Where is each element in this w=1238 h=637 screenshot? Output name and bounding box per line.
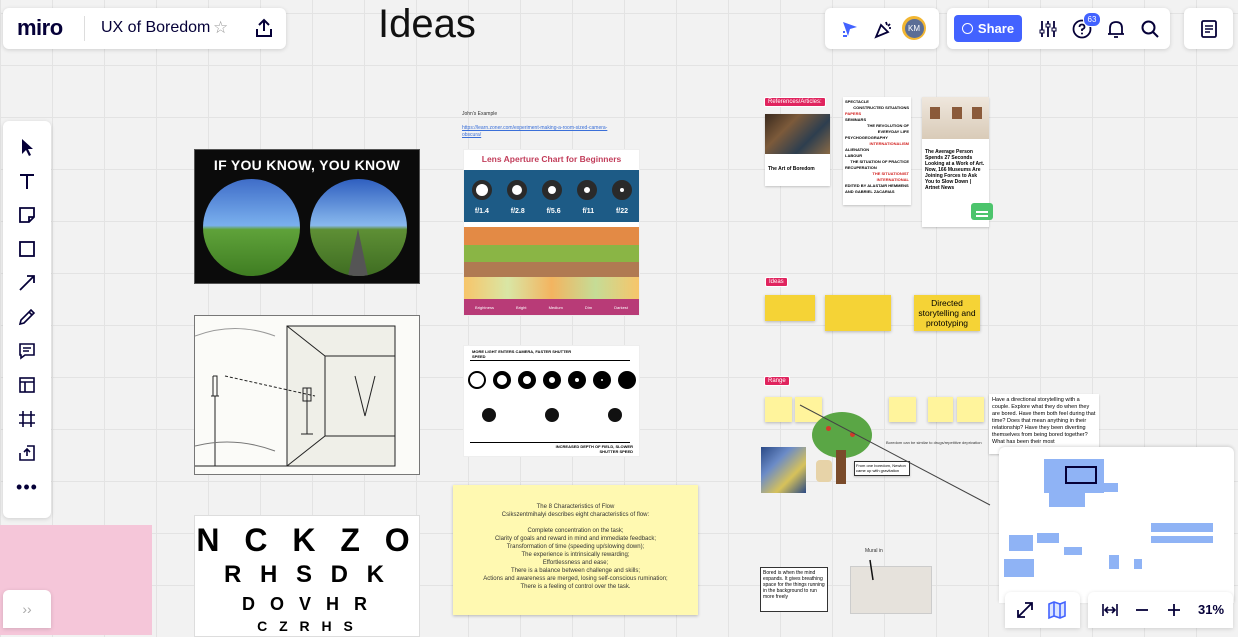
zoom-level[interactable]: 31% bbox=[1198, 602, 1224, 617]
left-toolbar: ••• bbox=[3, 121, 51, 518]
more-dots-icon: ••• bbox=[16, 477, 38, 497]
notes-list-icon[interactable] bbox=[1198, 18, 1220, 40]
upload-tool[interactable] bbox=[3, 436, 51, 470]
arrow-line-icon bbox=[19, 275, 35, 291]
fit-to-screen-icon[interactable] bbox=[1100, 600, 1120, 620]
help-badge: 63 bbox=[1083, 12, 1101, 27]
minimap-block bbox=[1049, 493, 1085, 507]
connection-line-tool[interactable] bbox=[3, 266, 51, 300]
upload-icon bbox=[19, 445, 35, 461]
minimap-block bbox=[1037, 533, 1059, 543]
notes-panel bbox=[1184, 8, 1233, 49]
comment-icon bbox=[19, 343, 35, 360]
minimap-block bbox=[1151, 523, 1213, 532]
cursor-icon bbox=[22, 139, 33, 156]
expand-panel-button[interactable]: ›› bbox=[3, 590, 51, 628]
more-tools[interactable]: ••• bbox=[3, 470, 51, 504]
minimap-block bbox=[1109, 555, 1119, 569]
avatar-initials: KM bbox=[908, 23, 920, 33]
toolbar-right-panel: Share 63 bbox=[947, 8, 1170, 49]
board-name[interactable]: UX of Boredom bbox=[101, 19, 210, 37]
view-controls-left bbox=[1005, 592, 1080, 628]
cursor-follow-icon[interactable] bbox=[839, 18, 861, 40]
select-tool[interactable] bbox=[3, 130, 51, 164]
minimap[interactable] bbox=[999, 447, 1234, 603]
minimap-block bbox=[1134, 559, 1142, 569]
minimap-block bbox=[1004, 559, 1034, 577]
minimap-block bbox=[1102, 483, 1118, 492]
avatar-inner: KM bbox=[904, 18, 924, 38]
shape-tool[interactable] bbox=[3, 232, 51, 266]
pen-tool[interactable] bbox=[3, 300, 51, 334]
text-tool[interactable] bbox=[3, 164, 51, 198]
minimap-block bbox=[1009, 535, 1033, 551]
sticky-note-tool[interactable] bbox=[3, 198, 51, 232]
pen-icon bbox=[18, 308, 36, 326]
minimap-block bbox=[1064, 547, 1082, 555]
celebrate-icon[interactable] bbox=[873, 18, 895, 40]
text-icon bbox=[20, 174, 34, 189]
comment-tool[interactable] bbox=[3, 334, 51, 368]
frame-icon bbox=[19, 411, 35, 427]
minimap-viewport[interactable] bbox=[1065, 466, 1097, 484]
template-icon bbox=[19, 377, 35, 393]
star-icon[interactable]: ☆ bbox=[213, 18, 228, 38]
share-button[interactable]: Share bbox=[954, 15, 1022, 42]
notifications-icon[interactable] bbox=[1105, 18, 1127, 40]
zoom-controls: 31% bbox=[1088, 592, 1233, 628]
double-chevron-right-icon: ›› bbox=[22, 601, 32, 617]
miro-logo[interactable]: miro bbox=[17, 15, 63, 41]
globe-icon bbox=[961, 23, 973, 34]
search-icon[interactable] bbox=[1139, 18, 1161, 40]
zoom-out-icon[interactable] bbox=[1132, 600, 1152, 620]
square-icon bbox=[19, 241, 35, 257]
share-label: Share bbox=[977, 21, 1015, 36]
collab-panel: KM bbox=[825, 8, 939, 49]
avatar[interactable]: KM bbox=[902, 16, 926, 40]
board-settings-icon[interactable] bbox=[1037, 18, 1059, 40]
minimap-block bbox=[1151, 536, 1213, 543]
export-icon[interactable] bbox=[253, 17, 275, 39]
board-title-panel: miro UX of Boredom ☆ bbox=[3, 8, 286, 49]
template-tool[interactable] bbox=[3, 368, 51, 402]
map-icon[interactable] bbox=[1047, 600, 1067, 620]
panel-divider bbox=[84, 16, 85, 41]
fullscreen-icon[interactable] bbox=[1015, 600, 1035, 620]
sticky-note-icon bbox=[19, 207, 35, 223]
frame-tool[interactable] bbox=[3, 402, 51, 436]
zoom-in-icon[interactable] bbox=[1164, 600, 1184, 620]
